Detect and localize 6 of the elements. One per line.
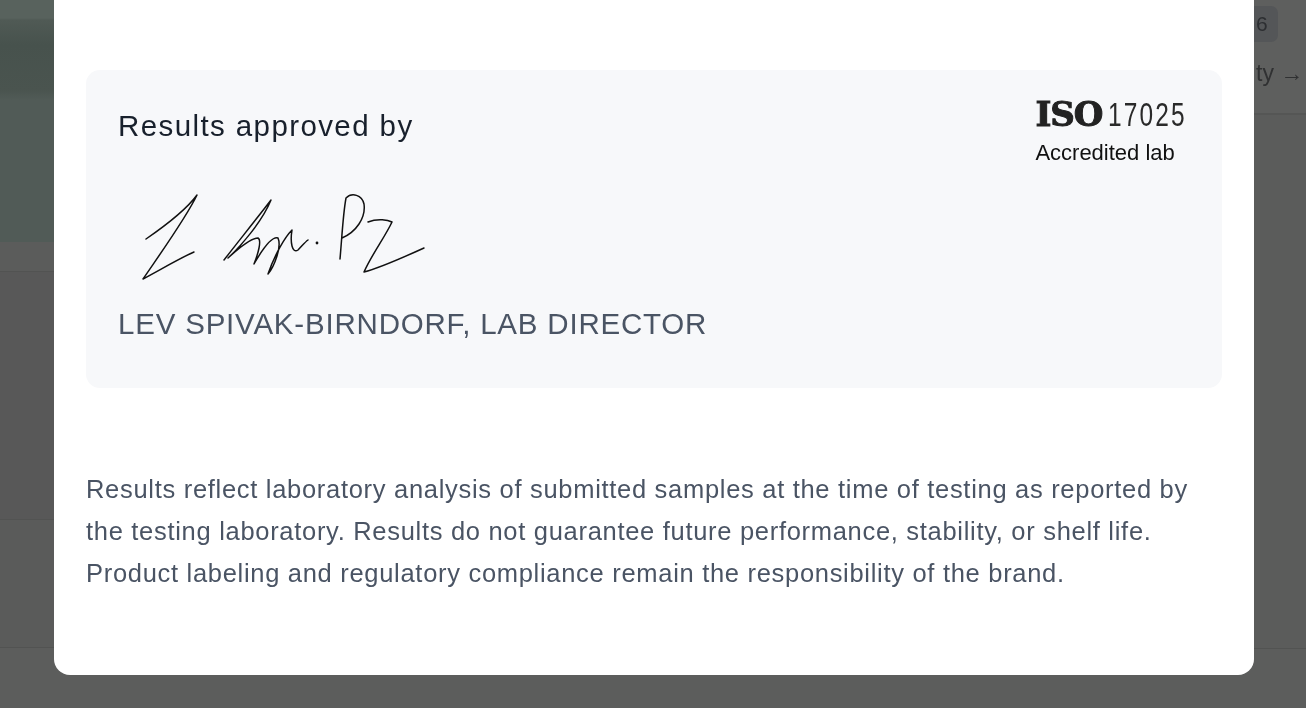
disclaimer-text: Results reflect laboratory analysis of submitted samples at the time of testing as reported by the testing laboratory. Results do not guarantee future performance, stability, or shelf life. Product labeling and regulatory compliance remain the responsibility of the brand. bbox=[86, 474, 1189, 589]
accreditation-caption: Accredited lab bbox=[1035, 140, 1175, 166]
approval-heading: Results approved by bbox=[118, 108, 414, 144]
iso-mark: ISO bbox=[1035, 94, 1103, 134]
signatory-name: LEV SPIVAK-BIRNDORF, LAB DIRECTOR bbox=[118, 306, 708, 342]
iso-standard-number: 17025 bbox=[1108, 94, 1188, 134]
